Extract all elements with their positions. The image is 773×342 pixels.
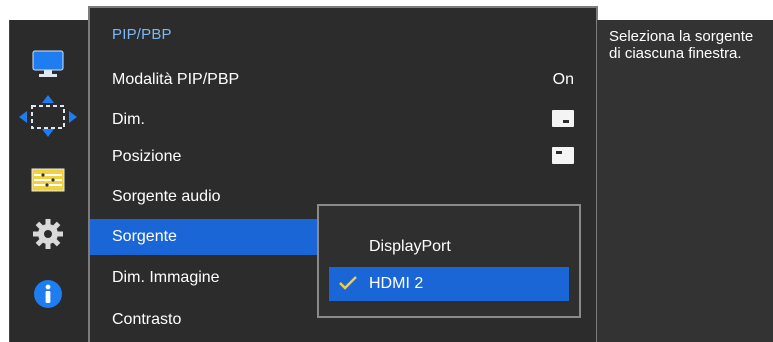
menu-item-value: On [552, 71, 574, 88]
gear-icon[interactable] [28, 216, 68, 252]
size-icon [552, 110, 574, 127]
pip-pbp-icon[interactable] [28, 162, 68, 198]
check-icon [339, 276, 357, 295]
menu-item-label: Posizione [112, 148, 182, 165]
menu-item-label: Modalità PIP/PBP [112, 71, 240, 88]
info-icon[interactable] [28, 276, 68, 312]
menu-item-pip-pbp-mode[interactable]: Modalità PIP/PBP On [90, 62, 596, 98]
menu-item-label: Contrasto [112, 311, 182, 328]
submenu-option-hdmi2[interactable]: HDMI 2 [329, 267, 569, 301]
menu-item-label: Dim. Immagine [112, 269, 220, 286]
menu-item-label: Sorgente audio [112, 188, 221, 205]
source-submenu: DisplayPort HDMI 2 [317, 204, 581, 318]
position-icon [552, 147, 574, 164]
screen-size-icon[interactable] [18, 95, 78, 137]
menu-item-label: Dim. [112, 111, 145, 128]
menu-title: PIP/PBP [112, 26, 172, 43]
help-panel: Seleziona la sorgente di ciascuna finest… [597, 20, 773, 342]
monitor-osd: PIP/PBP Modalità PIP/PBP On Dim. Posizio… [0, 0, 773, 342]
submenu-option-label: DisplayPort [369, 238, 451, 255]
submenu-option-label: HDMI 2 [369, 275, 424, 292]
help-text: Seleziona la sorgente di ciascuna finest… [609, 28, 754, 62]
monitor-icon[interactable] [28, 46, 68, 82]
menu-item-size[interactable]: Dim. [90, 102, 596, 138]
menu-rail [9, 20, 88, 342]
menu-item-label: Sorgente [112, 228, 177, 245]
menu-item-position[interactable]: Posizione [90, 139, 596, 175]
submenu-option-displayport[interactable]: DisplayPort [329, 230, 569, 264]
